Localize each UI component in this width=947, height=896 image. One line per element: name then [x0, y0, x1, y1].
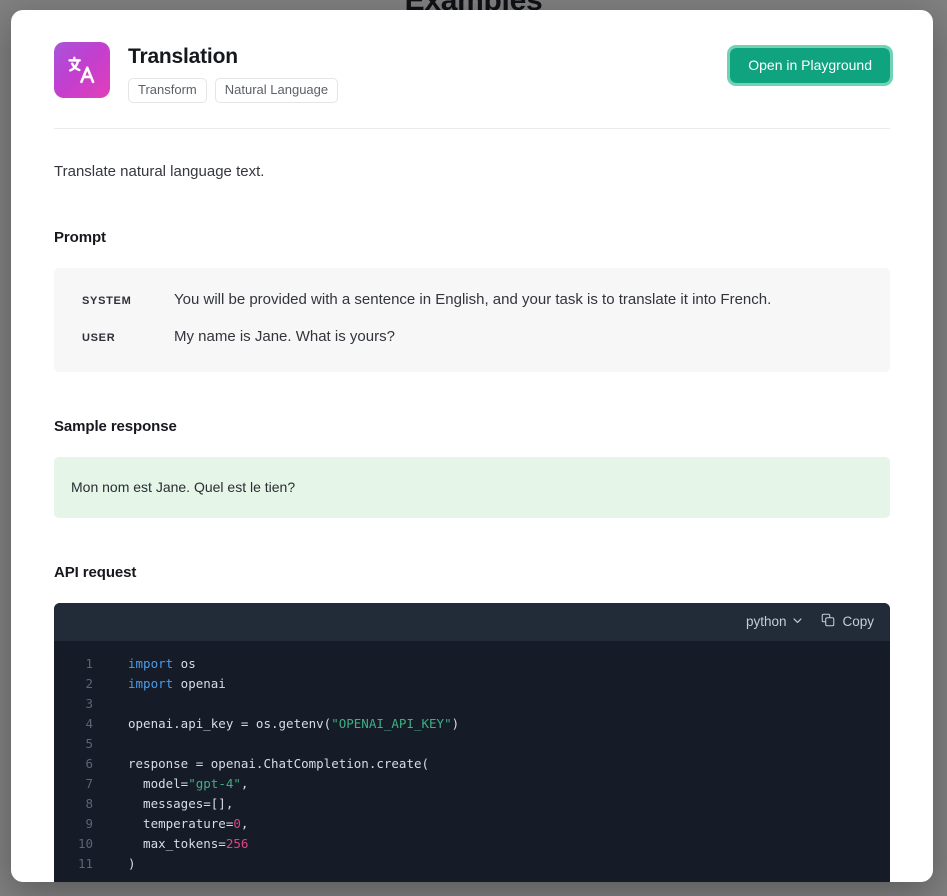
- code-line: 4openai.api_key = os.getenv("OPENAI_API_…: [54, 714, 890, 734]
- code-line: 10 max_tokens=256: [54, 834, 890, 854]
- code-line-number: 4: [54, 714, 103, 734]
- code-line: 3: [54, 694, 890, 714]
- playground-button-wrap: Open in Playground: [730, 42, 890, 83]
- header-divider: [54, 128, 890, 129]
- code-line: 7 model="gpt-4",: [54, 774, 890, 794]
- code-line-number: 3: [54, 694, 103, 714]
- example-description: Translate natural language text.: [54, 161, 890, 183]
- code-line-text: max_tokens=256: [103, 834, 248, 854]
- code-line: 2import openai: [54, 674, 890, 694]
- code-line-number: 2: [54, 674, 103, 694]
- prompt-role-system: SYSTEM: [73, 295, 174, 307]
- copy-label: Copy: [842, 614, 874, 629]
- code-line-number: 6: [54, 754, 103, 774]
- code-line: 11): [54, 854, 890, 874]
- code-body[interactable]: 1import os2import openai34openai.api_key…: [54, 641, 890, 882]
- language-label: python: [746, 614, 787, 629]
- code-line: 5: [54, 734, 890, 754]
- code-line-text: import os: [103, 654, 196, 674]
- language-select[interactable]: python: [746, 614, 804, 629]
- sample-response-text: Mon nom est Jane. Quel est le tien?: [71, 477, 873, 497]
- prompt-role-user: USER: [73, 332, 174, 344]
- sample-response-box: Mon nom est Jane. Quel est le tien?: [54, 457, 890, 518]
- page-title: Translation: [128, 44, 712, 69]
- code-line-number: 11: [54, 854, 103, 874]
- open-in-playground-button[interactable]: Open in Playground: [730, 48, 890, 83]
- example-detail-modal: Translation Transform Natural Language O…: [11, 10, 933, 882]
- modal-header: Translation Transform Natural Language O…: [54, 42, 890, 103]
- api-request-heading: API request: [54, 564, 890, 581]
- code-line-text: temperature=0,: [103, 814, 248, 834]
- code-line: 6response = openai.ChatCompletion.create…: [54, 754, 890, 774]
- chevron-down-icon: [792, 614, 803, 629]
- code-line-text: openai.api_key = os.getenv("OPENAI_API_K…: [103, 714, 459, 734]
- prompt-row-user: USER My name is Jane. What is yours?: [54, 326, 890, 348]
- code-line-number: 1: [54, 654, 103, 674]
- sample-response-heading: Sample response: [54, 418, 890, 435]
- translate-icon: [54, 42, 110, 98]
- code-line-text: model="gpt-4",: [103, 774, 248, 794]
- code-line: 8 messages=[],: [54, 794, 890, 814]
- prompt-heading: Prompt: [54, 229, 890, 246]
- code-line-number: 5: [54, 734, 103, 754]
- prompt-text-system: You will be provided with a sentence in …: [174, 289, 871, 311]
- code-line-text: [103, 694, 128, 714]
- code-line-text: [103, 734, 128, 754]
- title-block: Translation Transform Natural Language: [128, 42, 712, 103]
- copy-icon: [821, 613, 835, 630]
- tag-natural-language[interactable]: Natural Language: [215, 78, 338, 103]
- prompt-text-user: My name is Jane. What is yours?: [174, 326, 871, 348]
- tag-row: Transform Natural Language: [128, 78, 712, 103]
- code-line: 1import os: [54, 654, 890, 674]
- code-block: python Copy: [54, 603, 890, 882]
- prompt-box: SYSTEM You will be provided with a sente…: [54, 268, 890, 372]
- code-block-header: python Copy: [54, 603, 890, 641]
- code-line-number: 9: [54, 814, 103, 834]
- code-line-text: response = openai.ChatCompletion.create(: [103, 754, 429, 774]
- code-line-text: ): [103, 854, 136, 874]
- code-line-text: import openai: [103, 674, 226, 694]
- code-line-text: messages=[],: [103, 794, 233, 814]
- copy-button[interactable]: Copy: [821, 613, 874, 630]
- prompt-row-system: SYSTEM You will be provided with a sente…: [54, 289, 890, 311]
- code-line: 9 temperature=0,: [54, 814, 890, 834]
- tag-transform[interactable]: Transform: [128, 78, 207, 103]
- code-line-number: 8: [54, 794, 103, 814]
- code-line-number: 7: [54, 774, 103, 794]
- code-line-number: 10: [54, 834, 103, 854]
